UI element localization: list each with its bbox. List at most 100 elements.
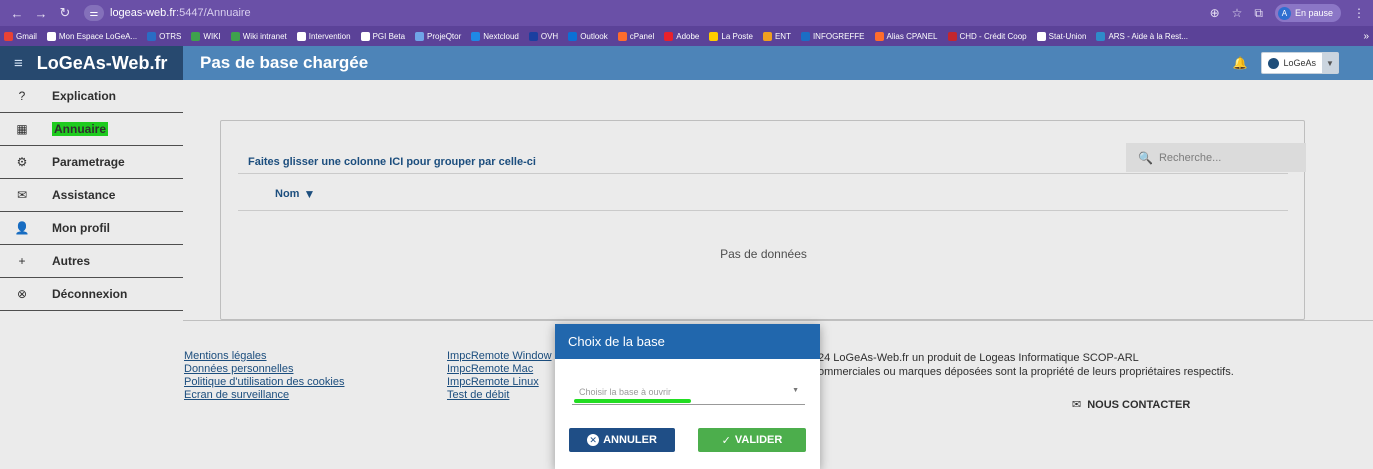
bookmark-label: ProjeQtor [427,31,462,41]
zoom-icon[interactable]: ⊕ [1210,6,1220,20]
brand-name[interactable]: LoGeAs-Web.fr [37,53,168,74]
bookmark-item[interactable]: Adobe [664,31,700,41]
bookmark-favicon-icon [1096,31,1106,41]
brand-area: ≡ LoGeAs-Web.fr [0,46,183,80]
cancel-circle-icon: ✕ [587,434,600,446]
bookmark-item[interactable]: WIKI [191,31,221,41]
site-settings-icon[interactable]: ⚌ [84,5,104,21]
checkmark-icon: ✓ [721,434,731,447]
bookmark-favicon-icon [360,31,370,41]
bell-icon[interactable]: 🔔 [1233,56,1248,70]
url-path: :5447/Annuaire [176,7,251,19]
bookmark-item[interactable]: Nextcloud [471,31,519,41]
bookmark-label: Gmail [16,31,37,41]
bookmark-item[interactable]: OTRS [147,31,182,41]
bookmark-label: Stat-Union [1048,31,1087,41]
database-select-placeholder: Choisir la base à ouvrir [579,387,672,397]
bookmark-item[interactable]: INFOGREFFE [800,31,865,41]
bookmark-item[interactable]: cPanel [617,31,655,41]
bookmark-label: Adobe [676,31,700,41]
bookmark-favicon-icon [874,31,884,41]
bookmark-item[interactable]: PGI Beta [360,31,406,41]
bookmark-favicon-icon [664,31,674,41]
bookmark-favicon-icon [762,31,772,41]
bookmark-favicon-icon [147,31,157,41]
bookmark-label: Mon Espace LoGeA... [58,31,138,41]
bookmark-label: OTRS [159,31,182,41]
forward-arrow-icon[interactable]: → [32,4,50,22]
bookmark-favicon-icon [471,31,481,41]
bookmark-label: Wiki intranet [242,31,287,41]
bookmark-favicon-icon [230,31,240,41]
bookmark-item[interactable]: Mon Espace LoGeA... [46,31,138,41]
bookmark-label: cPanel [629,31,655,41]
bookmark-star-icon[interactable]: ☆ [1232,6,1243,20]
reload-icon[interactable]: ↻ [56,4,74,22]
organization-label: LoGeAs [1262,53,1322,73]
bookmark-label: ARS - Aide à la Rest... [1108,31,1189,41]
page-title: Pas de base chargée [200,53,369,72]
bookmark-label: WIKI [203,31,221,41]
validate-button-label: VALIDER [734,434,783,446]
bookmarks-bar: Gmail Mon Espace LoGeA... OTRS WIKI Wiki int… [0,26,1373,46]
bookmark-item[interactable]: ProjeQtor [415,31,462,41]
profile-button[interactable]: A En pause [1274,4,1341,22]
bookmark-item[interactable]: OVH [528,31,559,41]
bookmark-favicon-icon [617,31,627,41]
bookmark-favicon-icon [568,31,578,41]
bookmark-favicon-icon [800,31,810,41]
address-bar[interactable]: ⚌ logeas-web.fr :5447/Annuaire [84,4,251,22]
bookmark-label: CHD - Crédit Coop [959,31,1027,41]
bookmark-item[interactable]: La Poste [709,31,753,41]
menu-dots-icon[interactable]: ⋮ [1353,6,1365,20]
browser-toolbar: ← → ↻ ⚌ logeas-web.fr :5447/Annuaire ⊕ ☆… [0,0,1373,26]
bookmark-favicon-icon [947,31,957,41]
bookmark-favicon-icon [709,31,719,41]
bookmark-label: La Poste [721,31,753,41]
app-header: ≡ LoGeAs-Web.fr Pas de base chargée 🔔 Lo… [0,46,1373,80]
organization-select[interactable]: LoGeAs ▼ [1261,52,1339,74]
bookmark-favicon-icon [4,31,13,41]
chevron-down-icon[interactable]: ▼ [1322,53,1338,73]
organization-name: LoGeAs [1283,58,1316,68]
bookmark-item[interactable]: ARS - Aide à la Rest... [1096,31,1189,41]
database-select[interactable]: Choisir la base à ouvrir ▼ [572,377,805,405]
back-arrow-icon[interactable]: ← [8,4,26,22]
profile-avatar: A [1277,6,1291,20]
bookmark-favicon-icon [1036,31,1046,41]
profile-status: En pause [1294,8,1333,18]
cancel-button-label: ANNULER [603,434,657,446]
bookmark-item[interactable]: CHD - Crédit Coop [947,31,1027,41]
chevron-down-icon[interactable]: ▼ [792,387,799,394]
bookmark-item[interactable]: ENT [762,31,791,41]
more-bookmarks-icon[interactable]: » [1363,31,1369,42]
bookmark-item[interactable]: Stat-Union [1036,31,1087,41]
highlight-mark [574,399,691,403]
bookmark-label: INFOGREFFE [812,31,865,41]
bookmark-item[interactable]: Intervention [296,31,351,41]
dialog-title: Choix de la base [555,324,820,359]
organization-logo-icon [1268,57,1280,69]
bookmark-favicon-icon [46,31,56,41]
bookmark-item[interactable]: Wiki intranet [230,31,287,41]
bookmark-label: Intervention [308,31,351,41]
bookmark-label: Nextcloud [483,31,519,41]
bookmark-favicon-icon [528,31,538,41]
choose-database-dialog: Choix de la base Choisir la base à ouvri… [555,324,820,469]
bookmark-item[interactable]: Outlook [568,31,608,41]
bookmark-favicon-icon [191,31,201,41]
extensions-icon[interactable]: ⧉ [1254,6,1263,21]
bookmark-label: ENT [774,31,791,41]
url-host: logeas-web.fr [110,7,177,19]
cancel-button[interactable]: ✕ ANNULER [569,428,675,452]
bookmark-item[interactable]: Gmail [4,31,37,41]
validate-button[interactable]: ✓ VALIDER [698,428,806,452]
bookmark-favicon-icon [296,31,306,41]
bookmark-item[interactable]: Alias CPANEL [874,31,938,41]
bookmark-label: Outlook [580,31,608,41]
bookmark-favicon-icon [415,31,425,41]
bookmark-label: OVH [540,31,559,41]
bookmark-label: Alias CPANEL [886,31,938,41]
bookmark-label: PGI Beta [372,31,406,41]
hamburger-menu-icon[interactable]: ≡ [14,55,23,72]
